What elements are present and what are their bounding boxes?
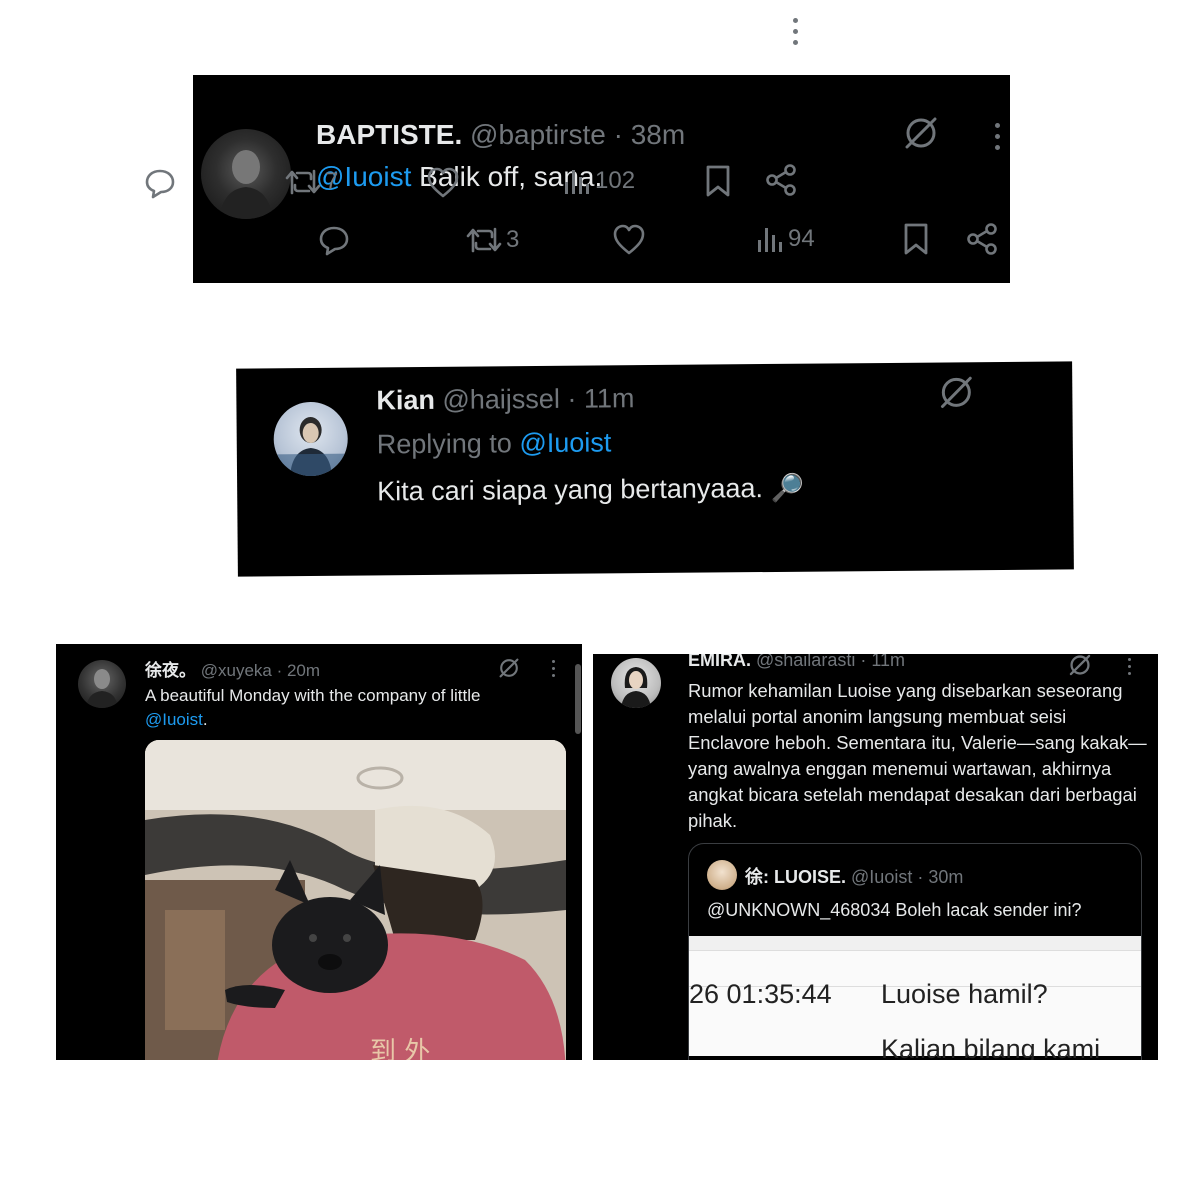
retweet-button[interactable]: 3 xyxy=(464,225,519,255)
reply-icon xyxy=(145,169,175,199)
avatar[interactable] xyxy=(611,658,661,708)
embedded-screenshot: 26 01:35:44 Luoise hamil? Kalian bilang … xyxy=(689,936,1141,1060)
share-button[interactable] xyxy=(965,222,999,256)
view-count: 102 xyxy=(595,167,636,194)
reply-button[interactable] xyxy=(143,166,177,200)
views-icon xyxy=(758,228,782,252)
quoted-tweet[interactable]: 徐: LUOISE. @Iuoist · 30m @UNKNOWN_468034… xyxy=(688,843,1142,1060)
share-icon xyxy=(967,223,997,255)
tweet-text: Rumor kehamilan Luoise yang disebarkan s… xyxy=(688,680,1147,831)
retweet-icon xyxy=(466,227,502,253)
views-button[interactable]: 94 xyxy=(756,224,815,254)
timestamp[interactable]: · 38m xyxy=(614,119,686,150)
reply-button[interactable] xyxy=(317,223,351,257)
tweet-photo[interactable]: 到 外 xyxy=(145,740,566,1060)
bookmark-button[interactable] xyxy=(703,164,733,198)
user-handle[interactable]: @baptirste xyxy=(470,119,606,150)
bookmark-icon xyxy=(904,223,928,255)
more-icon[interactable] xyxy=(1128,658,1134,679)
avatar[interactable] xyxy=(201,129,291,219)
retweet-button[interactable]: 7 xyxy=(283,167,338,197)
user-handle[interactable]: @haijssel xyxy=(442,384,560,415)
tweet-body-end: . xyxy=(202,710,208,729)
timestamp[interactable]: · 11m xyxy=(567,383,634,414)
views-button[interactable]: 102 xyxy=(563,166,635,196)
like-button[interactable] xyxy=(425,166,461,200)
timestamp[interactable]: · 20m xyxy=(277,661,320,680)
screenshot-time: 26 01:35:44 xyxy=(689,979,832,1009)
share-button[interactable] xyxy=(764,163,798,197)
display-name[interactable]: EMIRA. xyxy=(688,654,751,670)
tweet-body: A beautiful Monday with the company of l… xyxy=(145,686,481,705)
svg-text:到 外: 到 外 xyxy=(370,1037,430,1060)
tweet-text: A beautiful Monday with the company of l… xyxy=(145,684,545,732)
more-icon[interactable] xyxy=(552,660,558,681)
view-count: 94 xyxy=(788,225,815,252)
tweet-card-emira: EMIRA. @shailarasti · 11m Rumor kehamila… xyxy=(593,654,1158,1060)
more-icon[interactable] xyxy=(793,18,799,51)
mention-link[interactable]: @Iuoist xyxy=(145,710,203,729)
avatar[interactable] xyxy=(707,860,737,890)
bookmark-icon xyxy=(706,165,730,197)
tweet-text: Kita cari siapa yang bertanyaaa. 🔎 xyxy=(377,472,805,507)
bookmark-button[interactable] xyxy=(901,222,931,256)
screenshot-message: Luoise hamil? xyxy=(881,979,1048,1009)
like-icon xyxy=(613,224,645,255)
share-icon xyxy=(766,164,796,196)
user-handle[interactable]: @shailarasti xyxy=(756,654,855,670)
grok-icon[interactable] xyxy=(936,372,976,417)
retweet-icon xyxy=(285,169,321,195)
grok-icon[interactable] xyxy=(901,113,941,158)
grok-icon[interactable] xyxy=(497,656,521,685)
timestamp[interactable]: · 11m xyxy=(860,654,905,670)
retweet-count: 7 xyxy=(325,168,339,195)
retweet-count: 3 xyxy=(506,226,520,253)
display-name[interactable]: 徐: LUOISE. xyxy=(745,867,846,887)
tweet-card-kian: Kian @haijssel · 11m Replying to @Iuoist… xyxy=(236,361,1074,577)
reply-icon xyxy=(319,226,349,256)
display-name[interactable]: 徐夜。 xyxy=(145,661,196,680)
views-icon xyxy=(565,170,589,194)
more-icon[interactable] xyxy=(995,123,1001,156)
display-name[interactable]: BAPTISTE. xyxy=(316,119,462,150)
like-button[interactable] xyxy=(611,223,647,257)
timestamp[interactable]: · 30m xyxy=(917,867,963,887)
screenshot-next-message: Kalian bilang kami xyxy=(881,1034,1101,1060)
replying-to-label: Replying to xyxy=(376,428,512,460)
tweet-text: @UNKNOWN_468034 Boleh lacak sender ini? xyxy=(707,900,1082,920)
avatar[interactable] xyxy=(78,660,126,708)
like-icon xyxy=(427,167,459,198)
user-handle[interactable]: @Iuoist xyxy=(851,867,912,887)
mention-link[interactable]: @Iuoist xyxy=(519,427,611,458)
user-handle[interactable]: @xuyeka xyxy=(201,661,272,680)
avatar[interactable] xyxy=(273,401,349,477)
display-name[interactable]: Kian xyxy=(376,385,435,416)
tweet-card-xuyeka: 徐夜。 @xuyeka · 20m A beautiful Monday wit… xyxy=(56,644,582,1060)
scrollbar[interactable] xyxy=(575,664,581,734)
